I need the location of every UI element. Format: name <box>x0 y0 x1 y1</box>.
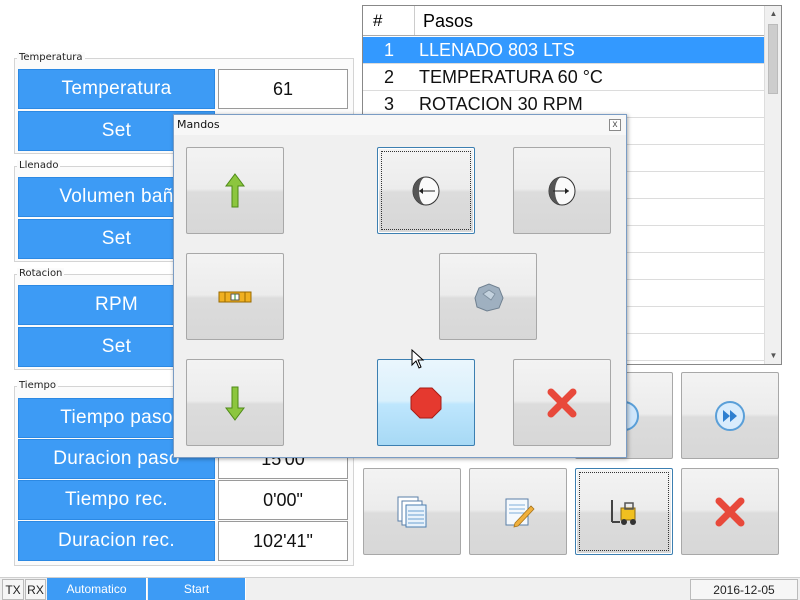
arrow-down-icon <box>225 386 245 421</box>
step-text: TEMPERATURA 60 °C <box>419 67 603 87</box>
steps-table-header: # Pasos <box>363 6 765 36</box>
down-button[interactable] <box>186 359 284 446</box>
step-number: 1 <box>383 40 394 60</box>
tiempo-rec-label: Tiempo rec. <box>18 480 215 520</box>
mode-automatico[interactable]: Automatico <box>47 578 147 600</box>
door-open-right-button[interactable] <box>513 147 611 234</box>
level-icon <box>218 291 252 302</box>
arrow-up-icon <box>225 172 245 207</box>
close-icon[interactable]: x <box>609 119 621 131</box>
mouse-cursor-icon <box>411 349 425 369</box>
forklift-icon <box>611 499 636 525</box>
column-header-pasos: Pasos <box>423 11 474 31</box>
duracion-rec-value: 102'41" <box>218 521 348 561</box>
stone-icon <box>474 282 504 312</box>
step-text: LLENADO 803 LTS <box>419 40 575 60</box>
cancel-dialog-button[interactable] <box>513 359 611 446</box>
cancel-icon <box>547 388 577 417</box>
status-bar: TX RX Automatico Start 2016-12-05 07:04:… <box>0 577 800 600</box>
duracion-rec-label: Duracion rec. <box>18 521 215 561</box>
forklift-button[interactable] <box>575 468 673 555</box>
door-open-left-button[interactable] <box>377 147 475 234</box>
copy-pages-icon <box>397 496 427 527</box>
tiempo-group-title: Tiempo <box>17 380 58 391</box>
dialog-title: Mandos <box>174 115 626 135</box>
stop-icon <box>410 387 442 418</box>
door-left-icon <box>412 176 440 205</box>
mandos-dialog: Mandos x <box>173 114 627 458</box>
rx-indicator: RX <box>25 579 46 600</box>
edit-document-icon <box>505 498 535 528</box>
llenado-group-title: Llenado <box>17 160 61 171</box>
table-row[interactable]: 2 TEMPERATURA 60 °C <box>363 64 765 91</box>
scroll-up-icon[interactable]: ▲ <box>765 6 781 22</box>
cancel-icon <box>715 497 745 526</box>
status-datetime: 2016-12-05 07:04:22 <box>690 579 798 600</box>
stone-button[interactable] <box>439 253 537 340</box>
step-number: 2 <box>383 67 394 87</box>
tx-indicator: TX <box>2 579 24 600</box>
table-row[interactable]: 1 LLENADO 803 LTS <box>363 37 765 64</box>
up-button[interactable] <box>186 147 284 234</box>
stop-button[interactable] <box>377 359 475 446</box>
rotacion-group-title: Rotacion <box>17 268 65 279</box>
fast-forward-icon <box>715 400 745 431</box>
steps-list-button[interactable] <box>363 468 461 555</box>
cancel-main-button[interactable] <box>681 468 779 555</box>
start-button[interactable]: Start <box>148 578 246 600</box>
vertical-scrollbar[interactable]: ▲ ▼ <box>764 6 781 364</box>
edit-button[interactable] <box>469 468 567 555</box>
fast-forward-button[interactable] <box>681 372 779 459</box>
temperatura-value[interactable]: 61 <box>218 69 348 109</box>
scroll-thumb[interactable] <box>768 24 778 94</box>
scroll-down-icon[interactable]: ▼ <box>765 348 781 364</box>
door-right-icon <box>548 176 576 205</box>
level-button[interactable] <box>186 253 284 340</box>
temperatura-label: Temperatura <box>18 69 215 109</box>
column-header-number: # <box>363 6 415 35</box>
tiempo-rec-value: 0'00" <box>218 480 348 520</box>
temperatura-group-title: Temperatura <box>17 52 85 63</box>
